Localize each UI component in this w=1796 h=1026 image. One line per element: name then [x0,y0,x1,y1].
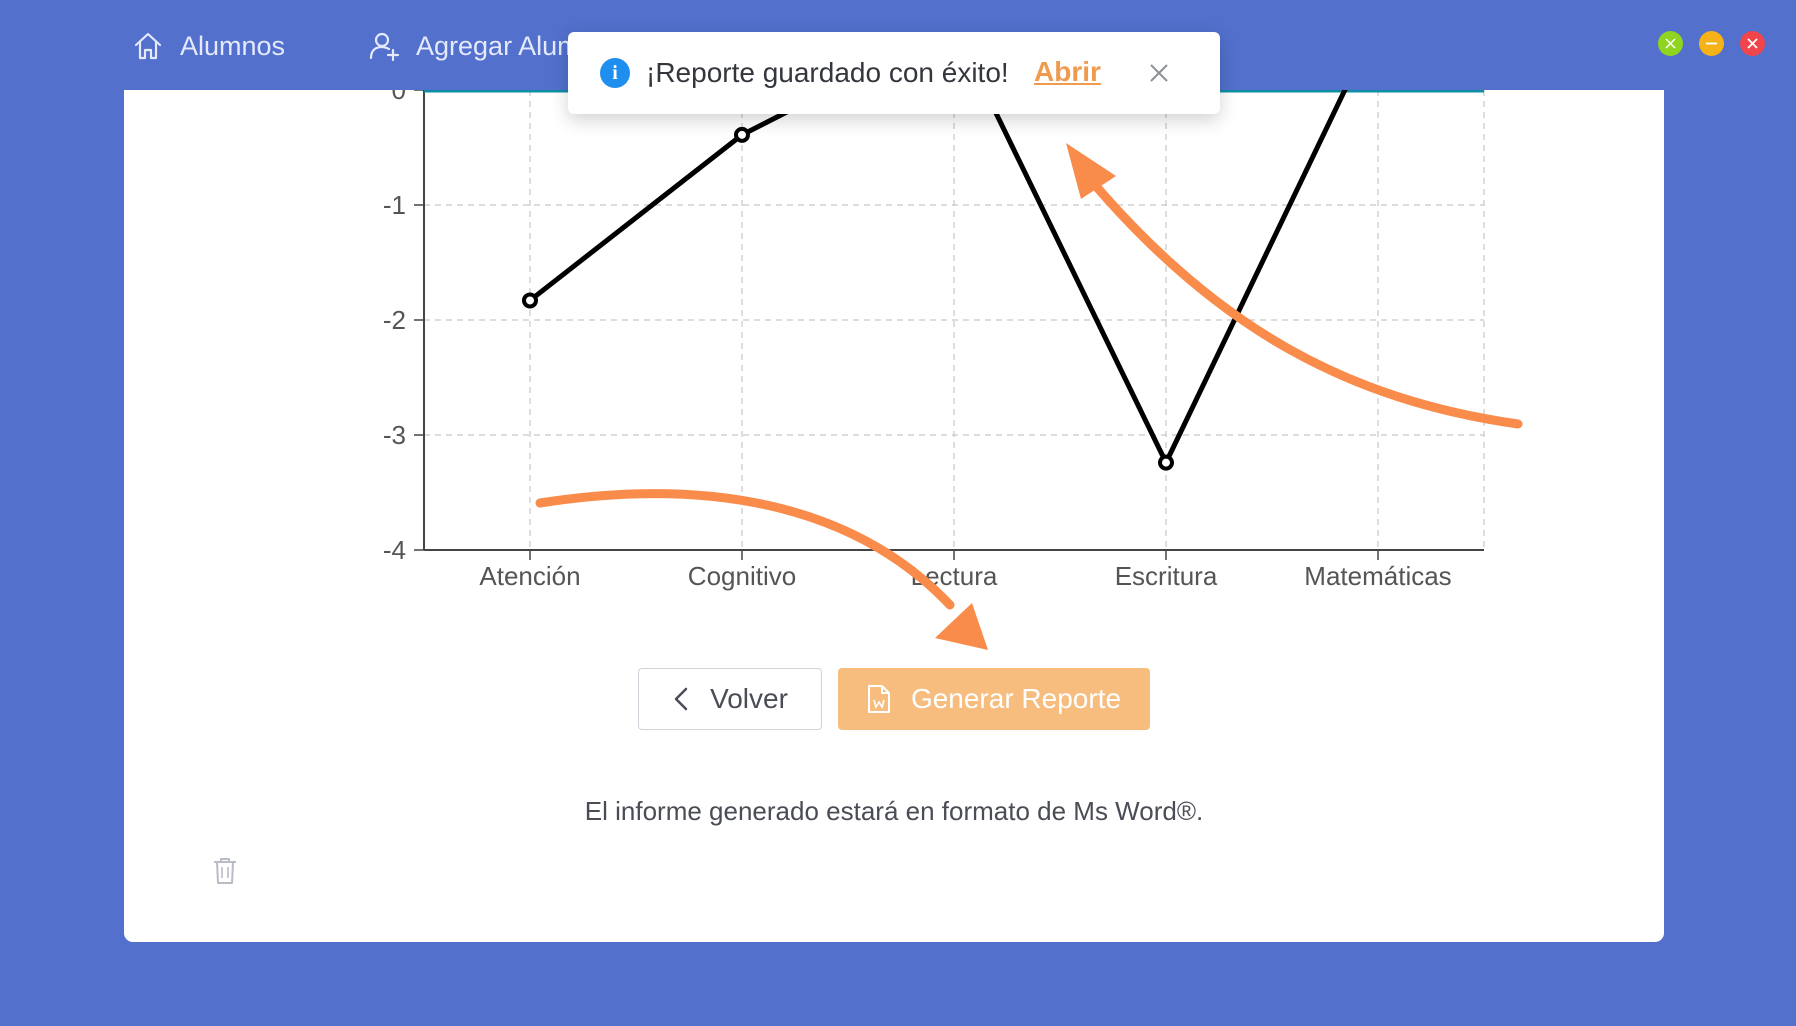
expand-icon [1665,38,1676,49]
x-tick-label: Cognitivo [688,561,796,591]
nav-item-alumnos[interactable]: Alumnos [132,26,285,66]
generate-report-label: Generar Reporte [910,683,1122,714]
x-tick-label: Atención [479,561,580,591]
x-tick-label: Escritura [1115,561,1218,591]
window-controls [1658,31,1765,56]
trash-icon[interactable] [212,856,238,891]
close-window-button[interactable] [1740,31,1765,56]
success-toast: i ¡Reporte guardado con éxito! Abrir [568,32,1220,114]
x-tick-label: Lectura [911,561,998,591]
y-tick-label: -3 [383,420,406,450]
line-chart: 0 -1 -2 -3 -4 Atención Cognitivo Lectura Escritu… [383,90,1485,591]
y-tick-label: 0 [392,90,406,105]
open-report-link[interactable]: Abrir [1034,56,1101,88]
generate-report-button[interactable]: Generar Reporte [838,668,1150,730]
y-tick-label: -4 [383,535,406,565]
back-button-label: Volver [710,683,788,714]
info-icon: i [600,58,630,88]
chevron-left-icon [674,687,688,711]
home-icon [132,30,164,62]
data-point [522,292,538,309]
y-tick-label: -2 [383,305,406,335]
minimize-button[interactable] [1699,31,1724,56]
data-point [734,126,750,143]
toast-message: ¡Reporte guardado con éxito! [646,57,1009,88]
content-panel: 0 -1 -2 -3 -4 Atención Cognitivo Lectura Escritu… [124,90,1664,942]
word-document-icon [867,685,890,713]
minus-icon [1706,42,1717,45]
x-tick-label: Matemáticas [1304,561,1451,591]
close-icon [1747,38,1758,49]
format-note: El informe generado estará en formato de… [584,796,1204,826]
fullscreen-button[interactable] [1658,31,1683,56]
y-tick-label: -1 [383,190,406,220]
back-button[interactable]: Volver [638,668,822,730]
add-user-icon [368,30,400,62]
toast-close-button[interactable] [1146,60,1172,86]
data-point [1158,454,1174,471]
nav-label-alumnos: Alumnos [180,30,286,61]
close-icon [1150,64,1168,82]
